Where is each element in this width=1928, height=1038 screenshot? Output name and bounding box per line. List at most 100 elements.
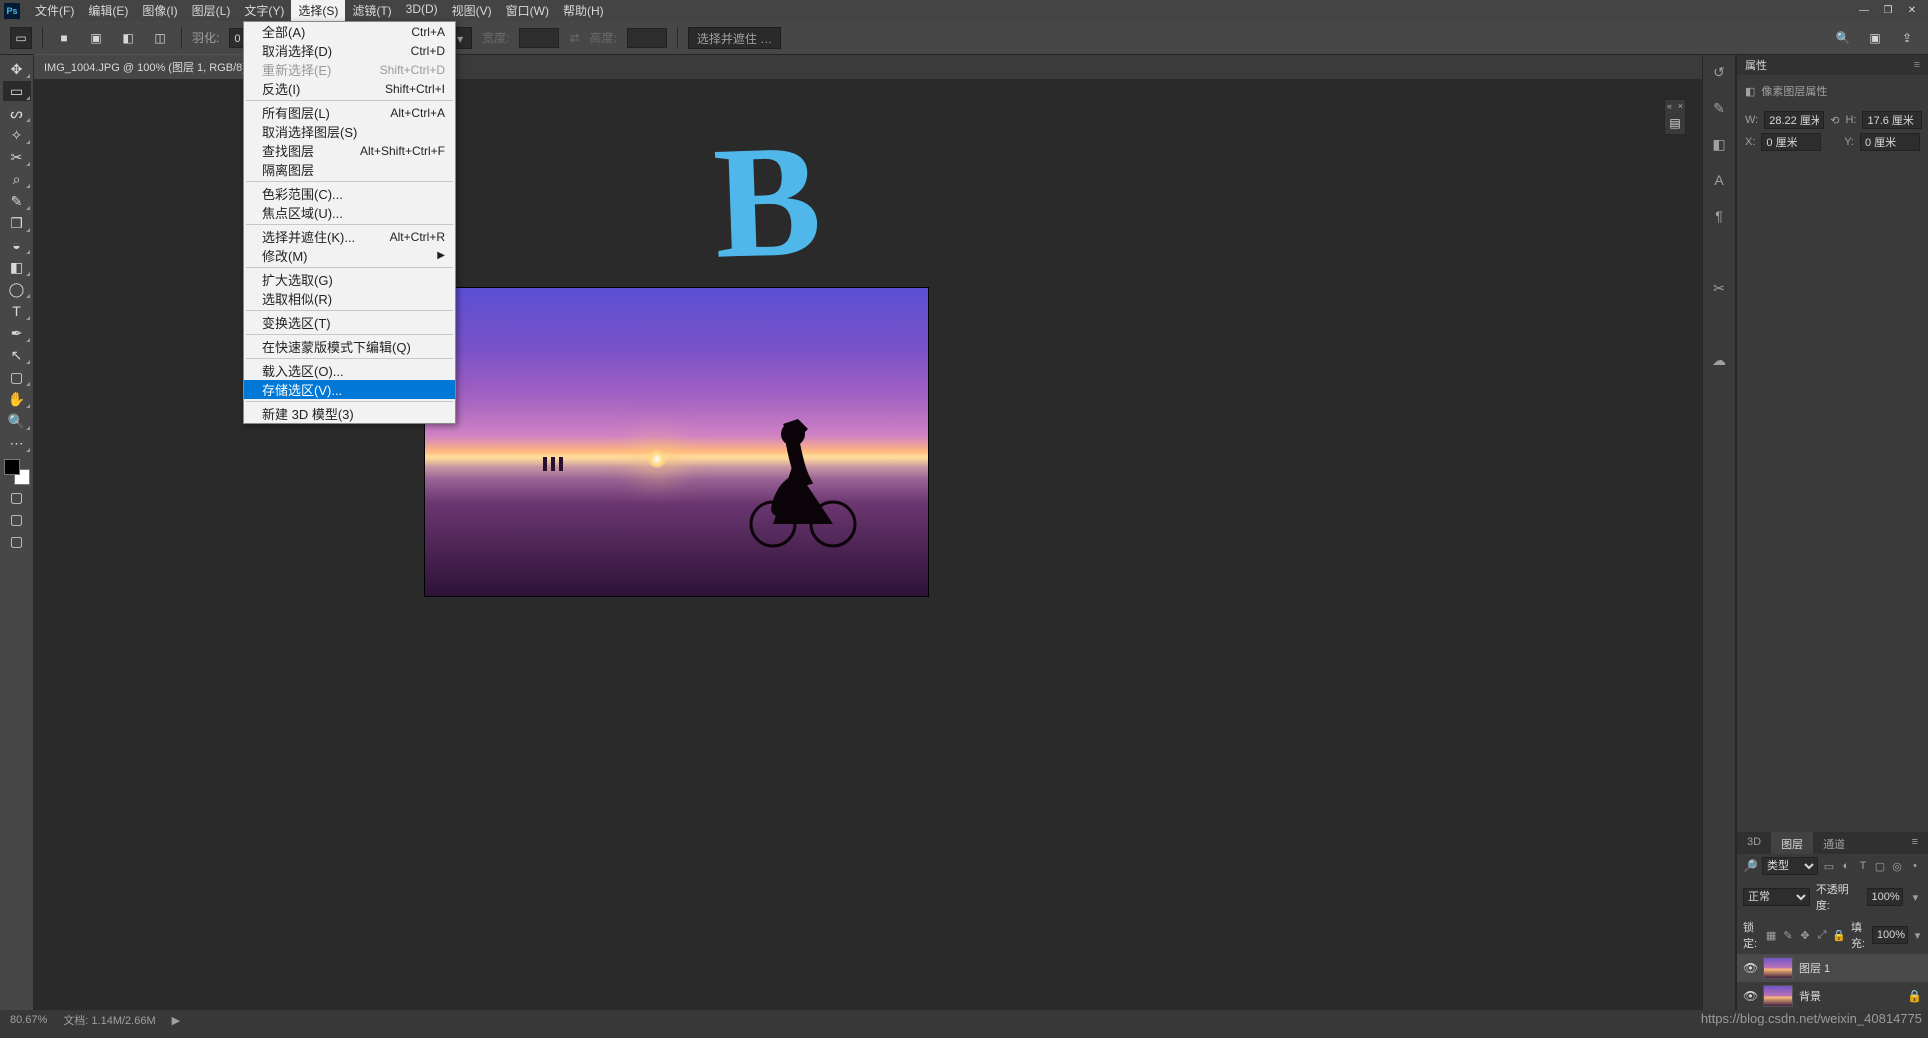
menu-item[interactable]: 查找图层Alt+Shift+Ctrl+F (244, 141, 455, 160)
chevron-down-icon[interactable]: ▾ (1909, 890, 1922, 904)
brush-tool[interactable]: ✎ (3, 191, 31, 211)
path-select-tool[interactable]: ↖ (3, 345, 31, 365)
menubar-item[interactable]: 图像(I) (135, 0, 184, 22)
status-arrow-icon[interactable]: ▶ (172, 1014, 180, 1027)
menubar-item[interactable]: 窗口(W) (499, 0, 556, 22)
layer-thumbnail[interactable] (1763, 985, 1793, 1007)
zoom-readout[interactable]: 80.67% (10, 1014, 47, 1026)
menu-item[interactable]: 取消选择(D)Ctrl+D (244, 41, 455, 60)
menu-item[interactable]: 全部(A)Ctrl+A (244, 22, 455, 41)
marquee-tool[interactable]: ▭ (3, 81, 31, 101)
menubar-item[interactable]: 滤镜(T) (345, 0, 398, 22)
smart-filter-icon[interactable]: ◎ (1890, 859, 1904, 873)
type-filter-icon[interactable]: T (1856, 859, 1870, 873)
search-small-icon[interactable]: 🔎 (1743, 859, 1758, 873)
character-icon[interactable]: A (1706, 167, 1732, 193)
adjustments-icon[interactable]: ◧ (1706, 131, 1732, 157)
dodge-tool[interactable]: ◯ (3, 279, 31, 299)
menubar-item[interactable]: 文字(Y) (237, 0, 291, 22)
prop-w-input[interactable] (1764, 111, 1824, 129)
select-and-mask-button[interactable]: 选择并遮住 … (688, 27, 781, 49)
layer-name[interactable]: 背景 (1799, 988, 1821, 1004)
quick-mask-icon[interactable]: ▢ (3, 509, 31, 529)
visibility-eye-icon[interactable]: 👁 (1743, 961, 1757, 975)
window-maximize-button[interactable]: ❐ (1876, 2, 1900, 20)
menu-item[interactable]: 扩大选取(G) (244, 270, 455, 289)
eraser-tool[interactable]: ◒ (3, 235, 31, 255)
menu-item[interactable]: 所有图层(L)Alt+Ctrl+A (244, 103, 455, 122)
chevron-down-icon[interactable]: ▾ (1913, 928, 1922, 942)
share-icon[interactable]: ⇪ (1896, 27, 1918, 49)
marquee-rect-icon[interactable]: ▭ (10, 27, 32, 49)
height-input[interactable] (627, 28, 667, 48)
window-close-button[interactable]: ✕ (1900, 2, 1924, 20)
more-tools[interactable]: ⋯ (3, 433, 31, 453)
gradient-tool[interactable]: ◧ (3, 257, 31, 277)
menu-item[interactable]: 色彩范围(C)... (244, 184, 455, 203)
menubar-item[interactable]: 编辑(E) (81, 0, 135, 22)
lock-pixels-icon[interactable]: ▦ (1764, 928, 1778, 942)
eyedropper-tool[interactable]: ⌕ (3, 169, 31, 189)
menu-item[interactable]: 新建 3D 模型(3) (244, 404, 455, 423)
brush-presets-icon[interactable]: ✎ (1706, 95, 1732, 121)
layer-thumbnail[interactable] (1763, 957, 1793, 979)
menubar-item[interactable]: 帮助(H) (556, 0, 611, 22)
selection-add-icon[interactable]: ▣ (85, 27, 107, 49)
prop-h-input[interactable] (1862, 111, 1922, 129)
shape-filter-icon[interactable]: ▢ (1873, 859, 1887, 873)
move-tool[interactable]: ✥ (3, 59, 31, 79)
menubar-item[interactable]: 文件(F) (28, 0, 81, 22)
layer-item[interactable]: 👁背景🔒 (1737, 982, 1928, 1010)
menubar-item[interactable]: 视图(V) (445, 0, 499, 22)
screen-mode-small-icon[interactable]: ▢ (3, 531, 31, 551)
menubar-item[interactable]: 3D(D) (399, 0, 445, 22)
screen-mode-icon[interactable]: ▣ (1864, 27, 1886, 49)
selection-new-icon[interactable]: ■ (53, 27, 75, 49)
layer-item[interactable]: 👁 图层 1 (1737, 954, 1928, 982)
opacity-input[interactable] (1867, 888, 1903, 906)
menu-item[interactable]: 反选(I)Shift+Ctrl+I (244, 79, 455, 98)
menu-item[interactable]: 在快速蒙版模式下编辑(Q) (244, 337, 455, 356)
layers-tab[interactable]: 3D (1737, 832, 1771, 854)
doc-info[interactable]: 文档: 1.14M/2.66M (63, 1012, 155, 1028)
clone-stamp-tool[interactable]: ❐ (3, 213, 31, 233)
menu-item[interactable]: 变换选区(T) (244, 313, 455, 332)
width-input[interactable] (519, 28, 559, 48)
magic-wand-tool[interactable]: ✧ (3, 125, 31, 145)
panel-menu-icon[interactable]: ≡ (1902, 832, 1928, 854)
actions-icon[interactable]: ✂ (1706, 275, 1732, 301)
menu-item[interactable]: 隔离图层 (244, 160, 455, 179)
prop-y-input[interactable] (1860, 133, 1920, 151)
layer-name[interactable]: 图层 1 (1799, 960, 1830, 976)
paragraph-icon[interactable]: ¶ (1706, 203, 1732, 229)
edit-toolbar-icon[interactable]: ▢ (3, 487, 31, 507)
panel-menu-icon[interactable]: ≡ (1914, 59, 1920, 71)
shape-tool[interactable]: ▢ (3, 367, 31, 387)
history-icon[interactable]: ↺ (1706, 59, 1732, 85)
lock-nested-icon[interactable]: ⤢ (1815, 928, 1829, 942)
type-tool[interactable]: T (3, 301, 31, 321)
menu-item[interactable]: 修改(M)▶ (244, 246, 455, 265)
swap-wh-icon[interactable]: ⇄ (569, 31, 579, 45)
lasso-tool[interactable]: ᔕ (3, 103, 31, 123)
color-swatch[interactable] (4, 459, 30, 485)
search-icon[interactable]: 🔍 (1832, 27, 1854, 49)
prop-x-input[interactable] (1761, 133, 1821, 151)
blend-mode-select[interactable]: 正常 (1743, 888, 1810, 906)
zoom-tool[interactable]: 🔍 (3, 411, 31, 431)
window-minimize-button[interactable]: — (1852, 2, 1876, 20)
layer-kind-select[interactable]: 类型 (1762, 857, 1818, 875)
visibility-eye-icon[interactable]: 👁 (1743, 989, 1757, 1003)
layers-tab[interactable]: 图层 (1771, 832, 1813, 854)
menubar-item[interactable]: 选择(S) (291, 0, 345, 22)
libraries-icon[interactable]: ☁ (1706, 347, 1732, 373)
image-filter-icon[interactable]: ▭ (1822, 859, 1836, 873)
adjustment-filter-icon[interactable]: ◐ (1839, 859, 1853, 873)
filter-toggle-icon[interactable]: • (1908, 859, 1922, 873)
selection-intersect-icon[interactable]: ◫ (149, 27, 171, 49)
menu-item[interactable]: 焦点区域(U)... (244, 203, 455, 222)
lock-move-icon[interactable]: ✥ (1798, 928, 1812, 942)
crop-tool[interactable]: ✂ (3, 147, 31, 167)
properties-panel-header[interactable]: 属性 ≡ (1737, 55, 1928, 75)
menu-item[interactable]: 存储选区(V)... (244, 380, 455, 399)
